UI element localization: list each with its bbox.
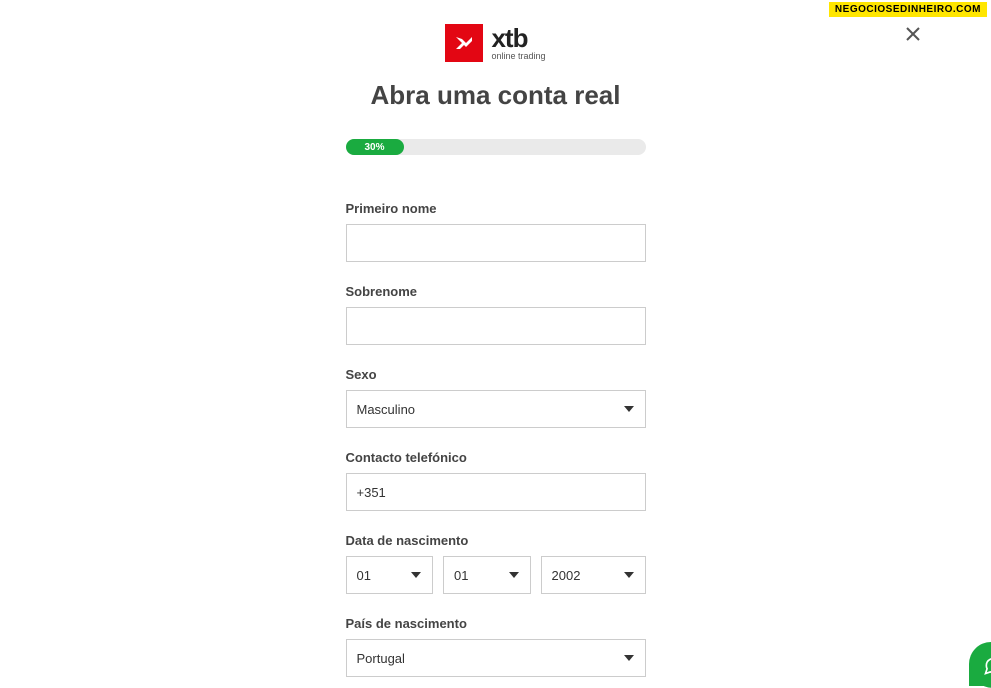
birth-date-label: Data de nascimento (346, 533, 646, 548)
birth-day-select[interactable]: 01 (346, 556, 434, 594)
close-icon (905, 26, 921, 42)
birth-country-label: País de nascimento (346, 616, 646, 631)
last-name-input[interactable] (346, 307, 646, 345)
logo-text-main: xtb (491, 25, 545, 51)
progress-fill: 30% (346, 139, 404, 155)
birth-month-select[interactable]: 01 (443, 556, 531, 594)
chat-icon (983, 656, 991, 676)
chat-button[interactable] (969, 642, 991, 686)
close-button[interactable] (903, 24, 923, 44)
logo-icon (445, 24, 483, 62)
page-title: Abra uma conta real (266, 80, 726, 111)
progress-percent: 30% (364, 142, 384, 153)
last-name-label: Sobrenome (346, 284, 646, 299)
phone-label: Contacto telefónico (346, 450, 646, 465)
first-name-input[interactable] (346, 224, 646, 262)
birth-country-select[interactable]: Portugal (346, 639, 646, 677)
watermark-badge: NEGOCIOSEDINHEIRO.COM (829, 2, 987, 17)
registration-form: Primeiro nome Sobrenome Sexo Masculino C… (346, 201, 646, 677)
logo-text-sub: online trading (491, 52, 545, 61)
first-name-label: Primeiro nome (346, 201, 646, 216)
logo: xtb online trading (266, 24, 726, 62)
phone-input[interactable] (346, 473, 646, 511)
progress-bar: 30% (346, 139, 646, 155)
birth-year-select[interactable]: 2002 (541, 556, 646, 594)
gender-label: Sexo (346, 367, 646, 382)
gender-select[interactable]: Masculino (346, 390, 646, 428)
